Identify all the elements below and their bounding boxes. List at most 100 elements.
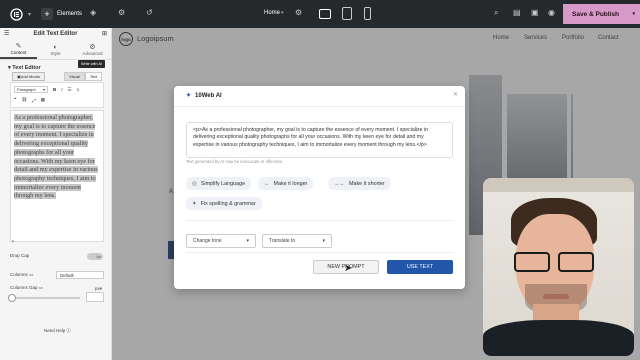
history-icon[interactable]: ↺ (146, 8, 153, 17)
columns-gap-label-text: Columns Gap (10, 285, 38, 290)
numbered-list-icon[interactable]: ≡ (77, 87, 80, 92)
chevron-down-icon[interactable]: ▾ (632, 11, 635, 17)
change-tone-select[interactable]: Change tone ▾ (186, 234, 256, 248)
widgets-grid-icon[interactable]: ⊞ (102, 30, 107, 37)
webcam-overlay (483, 178, 634, 356)
chevron-down-icon: ▾ (42, 87, 45, 92)
modal-divider (186, 220, 453, 221)
add-media-button[interactable]: ▣ Add Media (12, 72, 45, 81)
tab-content[interactable]: ✎ Content (0, 40, 37, 59)
modal-divider (186, 252, 453, 253)
elements-label[interactable]: Elements (57, 11, 82, 17)
help-icon: ⓘ (66, 328, 72, 333)
add-element-button[interactable]: + (41, 8, 54, 20)
toolbar-toggle-icon[interactable]: ▦ (41, 97, 45, 103)
desktop-view-icon[interactable] (319, 9, 331, 19)
need-help-link[interactable]: Need Help ⓘ (44, 328, 71, 334)
structure-icon[interactable]: ▣ (531, 8, 539, 17)
glasses-icon (514, 252, 598, 272)
use-text-button[interactable]: USE TEXT (387, 260, 453, 274)
paragraph-select-value: Paragraph (17, 87, 36, 92)
modal-title-text: 10Web AI (195, 92, 222, 99)
columns-gap-slider-track[interactable] (10, 297, 80, 299)
columns-label-text: Columns (10, 272, 28, 277)
link-icon[interactable]: ⛓ (21, 97, 27, 103)
change-tone-label: Change tone (193, 238, 222, 244)
close-icon[interactable]: ✕ (453, 91, 458, 98)
save-publish-label: Save & Publish (572, 10, 619, 18)
make-longer-chip[interactable]: ↔ Make it longer (258, 177, 314, 190)
half-circle-icon: ◐ (53, 43, 58, 51)
italic-icon[interactable]: I (61, 87, 62, 92)
fullscreen-icon[interactable]: ⤢ (32, 98, 36, 103)
chevron-down-icon: ▾ (322, 238, 325, 244)
site-settings-icon[interactable]: ⚙ (118, 8, 125, 17)
drop-cap-toggle[interactable]: No (87, 253, 103, 260)
visual-tab[interactable]: Visual (64, 72, 85, 81)
write-with-ai-button[interactable]: Write with AI (78, 60, 106, 68)
save-publish-button[interactable]: Save & Publish ▾ (563, 4, 640, 24)
page-settings-icon[interactable]: ⚙ (295, 8, 302, 17)
chevron-down-icon: ▾ (99, 286, 103, 291)
chip-label: Fix spelling & grammar (200, 200, 256, 207)
sparkle-icon: ✦ (192, 200, 197, 207)
paragraph-format-select[interactable]: Paragraph ▾ (14, 86, 48, 93)
panel-title: Edit Text Editor (33, 31, 78, 37)
chevron-down-icon[interactable]: ▾ (28, 11, 31, 18)
drop-cap-value: No (96, 254, 101, 259)
columns-gap-input[interactable] (86, 292, 104, 302)
bullet-list-icon[interactable]: ☰ (68, 87, 72, 93)
expand-icon: ↔ (264, 180, 270, 187)
tab-advanced[interactable]: ⚙ Advanced (74, 40, 111, 59)
page-selector[interactable]: Home (264, 10, 280, 16)
text-editor-content[interactable]: As a professional photographer, my goal … (10, 110, 104, 242)
shrink-icon: →← (334, 180, 345, 187)
columns-gap-label: Columns Gap ▭ (10, 285, 43, 291)
menu-icon[interactable]: ☰ (4, 30, 9, 37)
ai-disclaimer: Text generated by AI may be inaccurate o… (186, 159, 283, 164)
generated-text-box[interactable]: <p>As a professional photographer, my go… (186, 122, 453, 158)
columns-select[interactable]: Default (56, 271, 104, 279)
columns-label: Columns ▭ (10, 272, 33, 278)
preview-eye-icon[interactable]: ◉ (548, 8, 555, 17)
editor-topbar: ▾ + Elements ◈ ⚙ ↺ Home ▾ ⚙ ⌕ ▤ ▣ ◉ Save… (0, 0, 640, 28)
responsive-monitor-icon[interactable]: ▭ (29, 272, 33, 277)
editor-text[interactable]: As a professional photographer, my goal … (14, 114, 98, 200)
modal-divider (174, 106, 465, 107)
panel-tabs: ✎ Content ◐ Style ⚙ Advanced (0, 40, 111, 60)
translate-to-select[interactable]: Translate to ▾ (262, 234, 332, 248)
chip-label: Simplify Language (200, 180, 246, 187)
fix-spelling-chip[interactable]: ✦ Fix spelling & grammar (186, 197, 262, 210)
need-help-label: Need Help (44, 328, 66, 333)
tab-label: Advanced (82, 51, 103, 56)
mouse-cursor-icon: ➤ (344, 263, 353, 274)
make-shorter-chip[interactable]: →← Make it shorter (328, 177, 391, 190)
presenter-mouth (543, 294, 569, 299)
notes-icon[interactable]: ▤ (513, 8, 521, 17)
tab-style[interactable]: ◐ Style (37, 40, 74, 59)
tab-label: Style (50, 50, 61, 56)
editor-path: p (12, 238, 15, 243)
add-media-label: Add Media (20, 74, 40, 79)
mobile-view-icon[interactable] (364, 7, 371, 20)
blockquote-icon[interactable]: ❝ (14, 97, 16, 103)
search-icon[interactable]: ⌕ (494, 8, 498, 18)
chevron-down-icon[interactable]: ▾ (281, 10, 284, 16)
tablet-view-icon[interactable] (342, 7, 352, 20)
modal-title: ✦ 10Web AI (186, 92, 222, 100)
pencil-icon: ✎ (15, 43, 22, 50)
translate-to-label: Translate to (269, 238, 296, 244)
text-tab[interactable]: Text (84, 72, 103, 81)
section-title: Text Editor (12, 65, 41, 71)
tab-label: Content (10, 50, 27, 55)
presenter-shirt (483, 320, 634, 356)
drop-cap-label: Drop Cap (10, 253, 30, 258)
layers-icon[interactable]: ◈ (90, 8, 96, 17)
responsive-monitor-icon[interactable]: ▭ (39, 285, 43, 290)
ai-modal: ✦ 10Web AI ✕ <p>As a professional photog… (174, 86, 465, 289)
columns-gap-slider-handle[interactable] (8, 294, 16, 302)
chip-label: Make it longer (273, 180, 308, 187)
simplify-language-chip[interactable]: ◎ Simplify Language (186, 177, 252, 190)
elementor-logo-icon[interactable] (4, 2, 28, 26)
bold-icon[interactable]: B (53, 87, 56, 92)
